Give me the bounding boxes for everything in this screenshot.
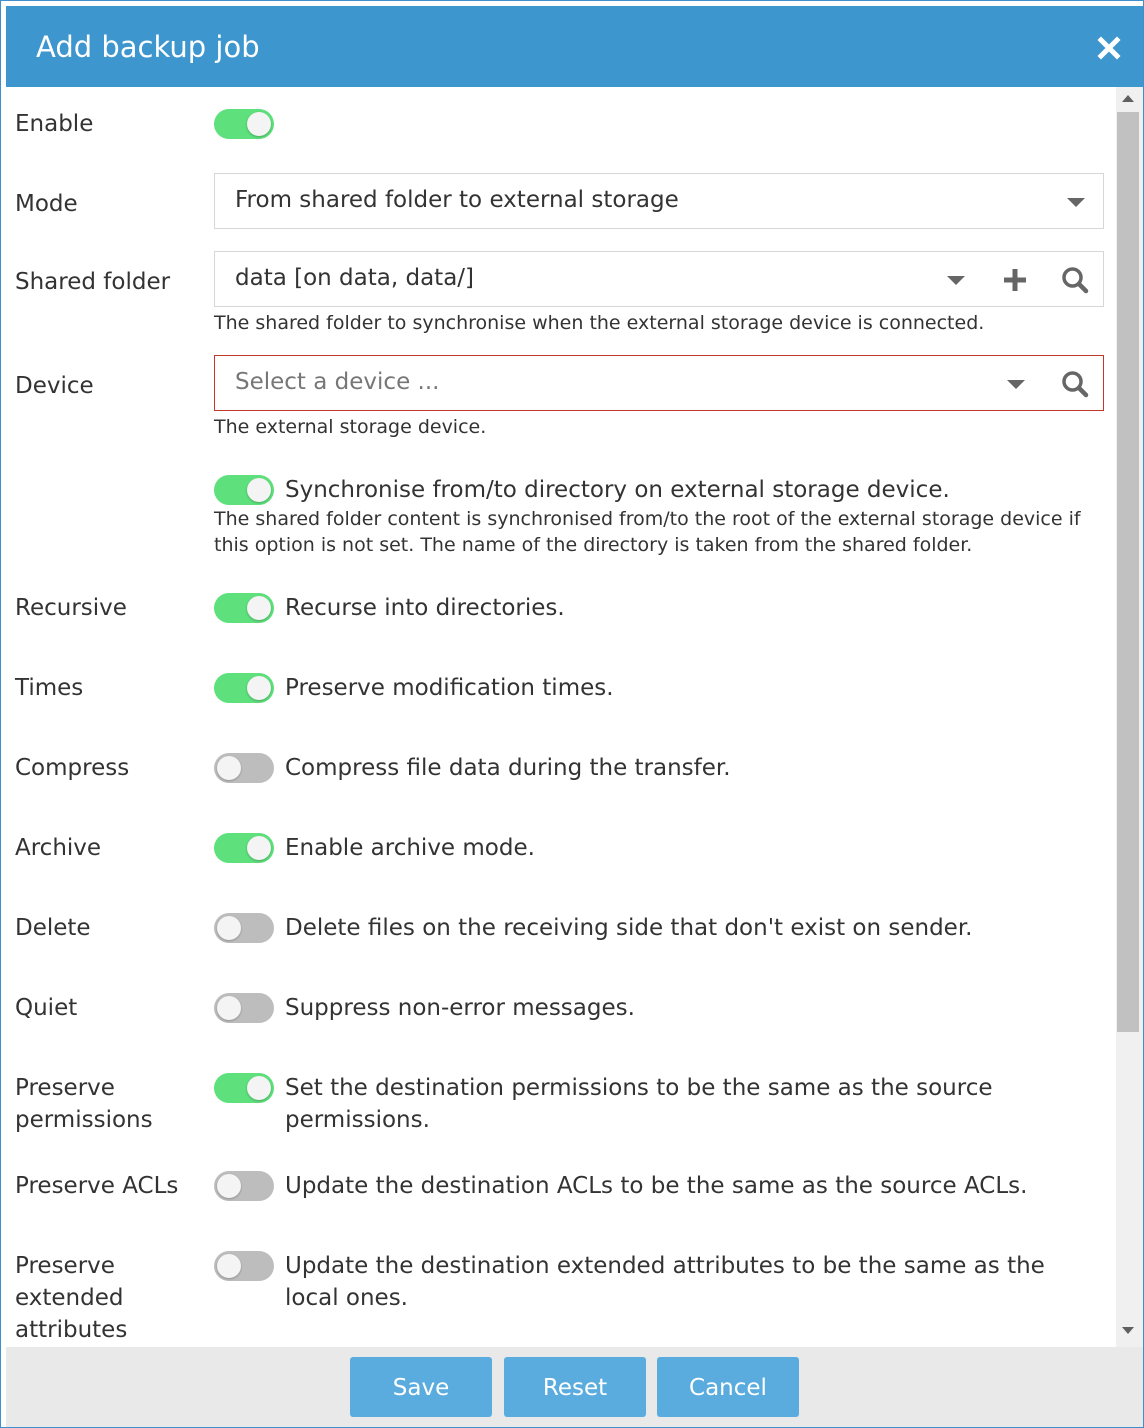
dialog-body: Enable Mode From shared folder to extern… [6,87,1116,1347]
usesubdir-description: Synchronise from/to directory on externa… [285,477,950,503]
usesubdir-hint: The shared folder content is synchronise… [214,508,1081,556]
scroll-up-arrow-icon[interactable] [1122,95,1134,102]
usesubdir-toggle[interactable] [214,475,274,505]
scrollbar-thumb[interactable] [1117,112,1139,1032]
shared-folder-select[interactable]: data [on data, data/] [214,251,1104,307]
xattrs-description: Update the destination extended attribut… [285,1253,1045,1311]
times-toggle[interactable] [214,673,274,703]
times-label: Times [15,675,84,701]
dialog-footer: Save Reset Cancel [6,1347,1143,1427]
add-backup-job-dialog: Add backup job Enable Mode From shared f… [0,0,1144,1428]
close-icon[interactable] [1097,36,1121,60]
quiet-label: Quiet [15,995,78,1021]
toggle-knob [217,756,241,780]
toggle-knob [247,112,271,136]
search-icon[interactable] [1061,370,1089,398]
shared-folder-hint: The shared folder to synchronise when th… [214,312,985,334]
mode-value: From shared folder to external storage [235,187,679,213]
delete-label: Delete [15,915,91,941]
toggle-knob [247,1076,271,1100]
archive-description: Enable archive mode. [285,835,535,861]
mode-select[interactable]: From shared folder to external storage [214,173,1104,229]
chevron-down-icon[interactable] [1007,380,1025,389]
perms-label: Preserve permissions [15,1075,153,1133]
toggle-knob [247,478,271,502]
xattrs-toggle[interactable] [214,1251,274,1281]
toggle-knob [247,596,271,620]
scroll-down-arrow-icon[interactable] [1122,1327,1134,1334]
search-icon[interactable] [1061,266,1089,294]
dialog-title: Add backup job [36,30,260,64]
compress-toggle[interactable] [214,753,274,783]
delete-description: Delete files on the receiving side that … [285,915,973,941]
acls-label: Preserve ACLs [15,1173,179,1199]
chevron-down-icon[interactable] [947,276,965,285]
device-label: Device [15,373,94,399]
toggle-knob [217,1174,241,1198]
archive-label: Archive [15,835,102,861]
shared-folder-value: data [on data, data/] [235,265,475,291]
xattrs-label: Preserve extended attributes [15,1253,128,1343]
shared-folder-label: Shared folder [15,269,171,295]
perms-toggle[interactable] [214,1073,274,1103]
acls-description: Update the destination ACLs to be the sa… [285,1173,1028,1199]
toggle-knob [247,836,271,860]
chevron-down-icon[interactable] [1067,198,1085,207]
device-placeholder: Select a device ... [235,369,440,395]
delete-toggle[interactable] [214,913,274,943]
toggle-knob [247,676,271,700]
perms-description: Set the destination permissions to be th… [285,1075,993,1133]
quiet-description: Suppress non-error messages. [285,995,635,1021]
acls-toggle[interactable] [214,1171,274,1201]
dialog-title-bar: Add backup job [6,6,1143,87]
device-hint: The external storage device. [214,416,487,438]
vertical-scrollbar[interactable] [1116,87,1143,1347]
enable-label: Enable [15,111,94,137]
toggle-knob [217,916,241,940]
recursive-label: Recursive [15,595,127,621]
plus-icon[interactable] [1001,266,1029,294]
compress-description: Compress file data during the transfer. [285,755,731,781]
recursive-description: Recurse into directories. [285,595,565,621]
save-button[interactable]: Save [350,1357,492,1417]
quiet-toggle[interactable] [214,993,274,1023]
toggle-knob [217,996,241,1020]
device-select[interactable]: Select a device ... [214,355,1104,411]
reset-button[interactable]: Reset [504,1357,646,1417]
times-description: Preserve modification times. [285,675,614,701]
enable-toggle[interactable] [214,109,274,139]
toggle-knob [217,1254,241,1278]
recursive-toggle[interactable] [214,593,274,623]
archive-toggle[interactable] [214,833,274,863]
compress-label: Compress [15,755,130,781]
cancel-button[interactable]: Cancel [657,1357,799,1417]
mode-label: Mode [15,191,78,217]
